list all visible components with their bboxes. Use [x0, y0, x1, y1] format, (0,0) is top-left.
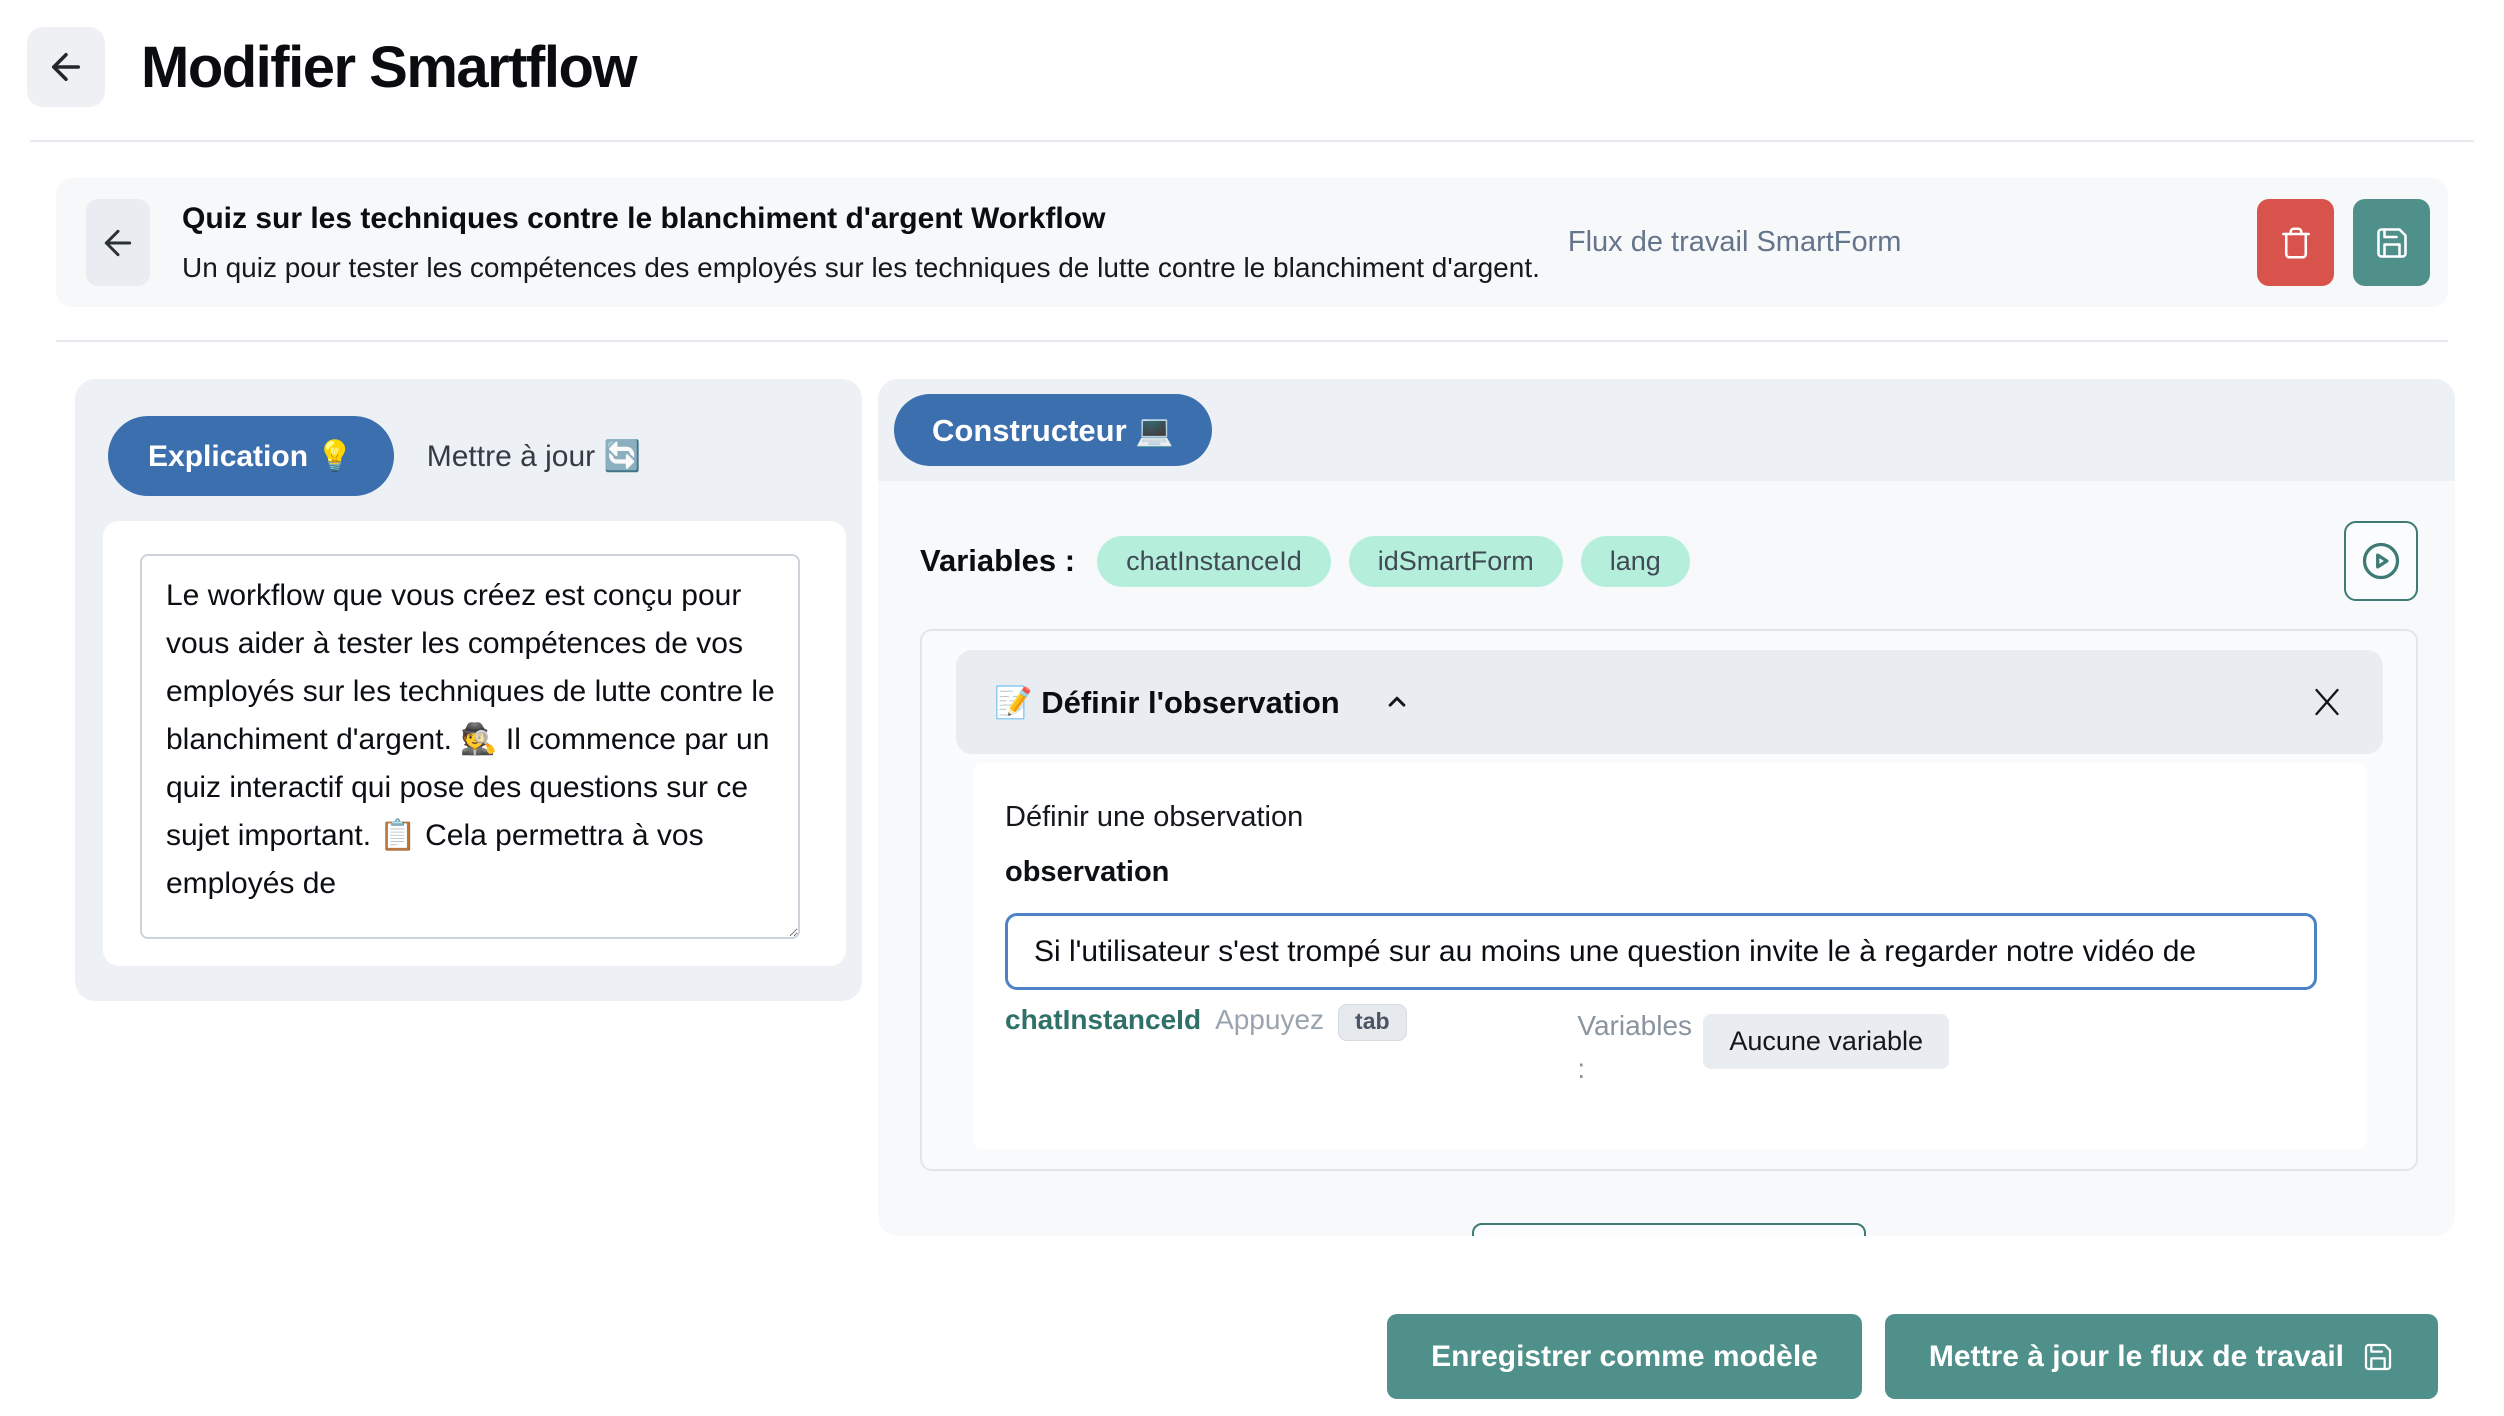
update-workflow-label: Mettre à jour le flux de travail [1929, 1340, 2344, 1374]
action-card-container: 📝 Définir l'observation [920, 629, 2418, 1171]
tab-mettre-a-jour[interactable]: Mettre à jour 🔄 [427, 439, 641, 474]
arrow-left-icon [98, 223, 138, 263]
update-workflow-button[interactable]: Mettre à jour le flux de travail [1885, 1314, 2438, 1399]
explanation-textarea[interactable]: Le workflow que vous créez est conçu pou… [140, 554, 800, 939]
explanation-card: Le workflow que vous créez est conçu pou… [103, 521, 846, 966]
suggestion-chatinstanceid[interactable]: chatInstanceId [1005, 1004, 1201, 1036]
remove-action-button[interactable] [2309, 684, 2345, 720]
autocomplete-hint: chatInstanceId Appuyez tab [1005, 1004, 1407, 1091]
action-variables-label: Variables : [1577, 1004, 1687, 1091]
page-title: Modifier Smartflow [141, 34, 636, 101]
builder-header-strip: Constructeur 💻 [878, 379, 2455, 481]
action-card-body: Définir une observation observation chat… [973, 763, 2367, 1149]
workflow-description: Un quiz pour tester les compétences des … [182, 252, 1540, 284]
add-action-button[interactable]: Ajouter une action [1472, 1223, 1866, 1236]
save-as-template-button[interactable]: Enregistrer comme modèle [1387, 1314, 1862, 1399]
explanation-tabs: Explication 💡 Mettre à jour 🔄 [75, 416, 862, 496]
variables-row: Variables : chatInstanceId idSmartForm l… [920, 521, 2418, 601]
variables-label: Variables : [920, 543, 1075, 579]
collapse-action-button[interactable] [1382, 687, 1412, 717]
workflow-type-label: Flux de travail SmartForm [1568, 226, 1902, 259]
main-content: Explication 💡 Mettre à jour 🔄 Le workflo… [0, 342, 2504, 1236]
workflow-actions [2257, 199, 2430, 286]
smartflow-editor-page: Modifier Smartflow Quiz sur les techniqu… [0, 0, 2504, 1416]
workflow-info-bar: Quiz sur les techniques contre le blanch… [56, 178, 2448, 307]
top-header: Modifier Smartflow [0, 0, 2504, 107]
tab-explication[interactable]: Explication 💡 [108, 416, 394, 496]
action-card-header: 📝 Définir l'observation [956, 650, 2383, 754]
no-variable-badge: Aucune variable [1703, 1014, 1949, 1069]
action-title: 📝 Définir l'observation [994, 684, 1340, 721]
action-variables-status: Variables : Aucune variable [1577, 1004, 1949, 1091]
save-workflow-button[interactable] [2353, 199, 2430, 286]
variable-chip: idSmartForm [1349, 536, 1563, 587]
delete-workflow-button[interactable] [2257, 199, 2334, 286]
tab-constructeur[interactable]: Constructeur 💻 [894, 394, 1212, 466]
run-workflow-button[interactable] [2344, 521, 2418, 601]
observation-field-label: observation [1005, 856, 2317, 889]
trash-icon [2278, 225, 2314, 261]
input-hint-row: chatInstanceId Appuyez tab Variables : A… [1005, 1004, 2317, 1091]
builder-panel: Constructeur 💻 Variables : chatInstanceI… [878, 379, 2455, 1236]
tab-key-badge: tab [1338, 1004, 1407, 1041]
variable-chip: lang [1581, 536, 1690, 587]
variable-chip: chatInstanceId [1097, 536, 1331, 587]
header-divider [30, 140, 2474, 142]
workflow-back-button[interactable] [86, 199, 150, 286]
back-button[interactable] [27, 27, 105, 107]
observation-input[interactable] [1005, 913, 2317, 990]
arrow-left-icon [45, 46, 87, 88]
close-icon [2309, 684, 2345, 720]
press-hint-label: Appuyez [1215, 1004, 1324, 1036]
workflow-text-block: Quiz sur les techniques contre le blanch… [182, 202, 1540, 284]
builder-body: Variables : chatInstanceId idSmartForm l… [878, 481, 2455, 1236]
save-floppy-icon [2374, 225, 2410, 261]
save-as-template-label: Enregistrer comme modèle [1431, 1340, 1818, 1374]
footer-actions: Enregistrer comme modèle Mettre à jour l… [0, 1236, 2504, 1399]
workflow-title: Quiz sur les techniques contre le blanch… [182, 202, 1540, 236]
save-floppy-icon [2362, 1341, 2394, 1373]
play-circle-icon [2359, 539, 2403, 583]
chevron-up-icon [1382, 687, 1412, 717]
add-action-row: Ajouter une action [920, 1223, 2418, 1236]
variable-chips: chatInstanceId idSmartForm lang [1097, 536, 1690, 587]
action-description: Définir une observation [1005, 801, 2317, 834]
explanation-panel: Explication 💡 Mettre à jour 🔄 Le workflo… [75, 379, 862, 1001]
